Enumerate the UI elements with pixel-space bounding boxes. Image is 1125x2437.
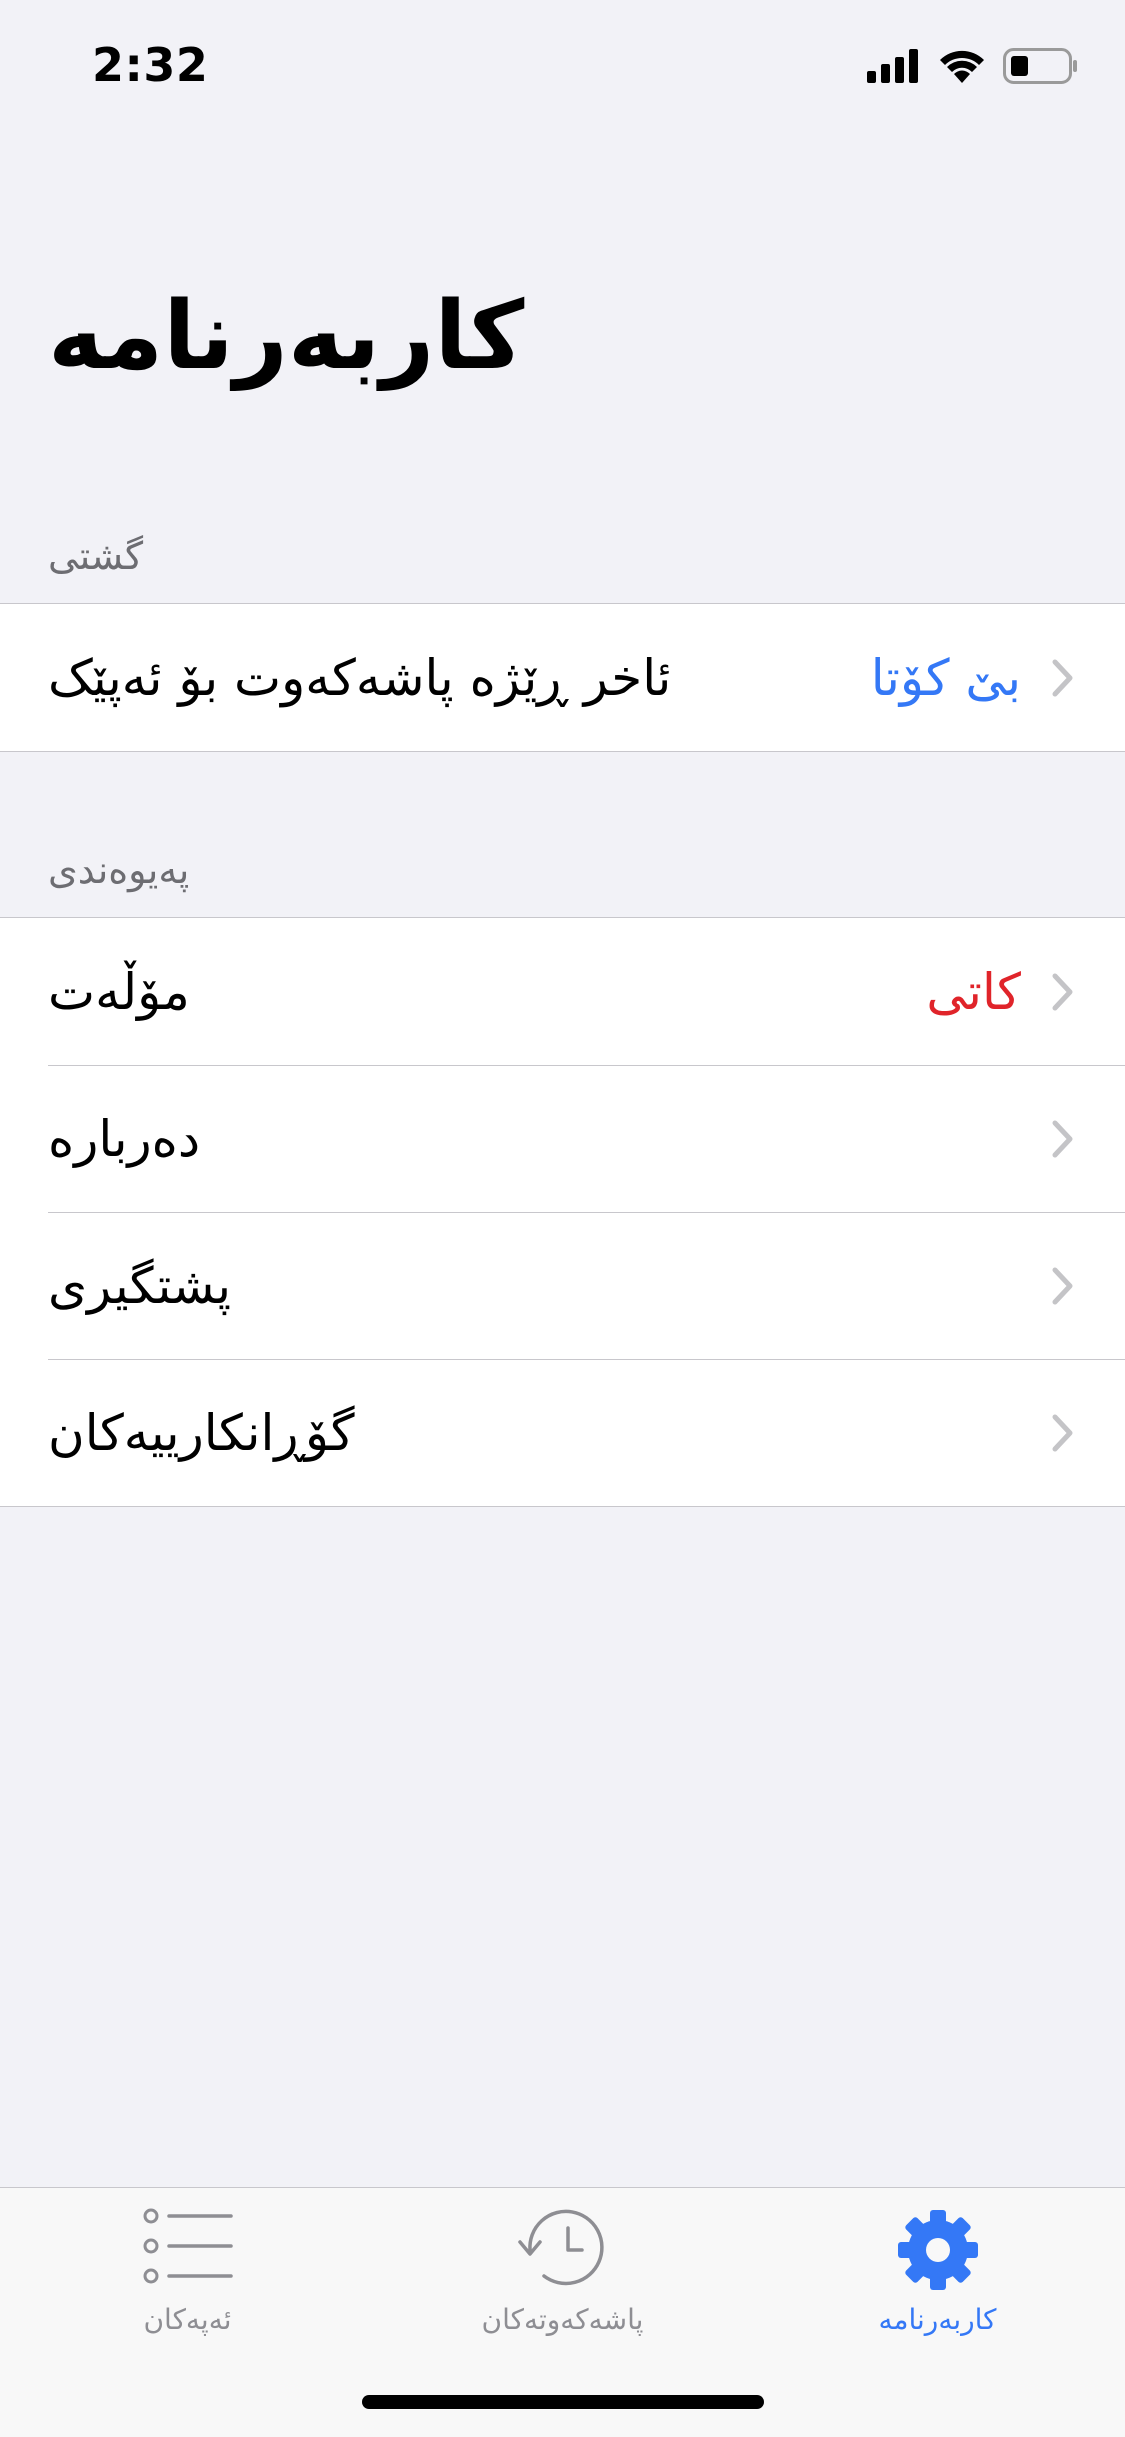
cellular-signal-icon [867,49,918,83]
row-changelog-label: گۆڕانکارییەکان [48,1403,355,1462]
tab-backups-label: پاشەکەوتەکان [481,2303,644,2336]
page-title: کاربەرنامە [48,282,1077,391]
tab-apps[interactable]: ئەپەکان [0,2188,375,2353]
row-max-backups[interactable]: ئاخر ڕێژە پاشەکەوت بۆ ئەپێک بێ کۆتا [0,604,1125,751]
tab-settings-label: کاربەرنامە [878,2303,997,2336]
chevron-right-icon [1052,973,1073,1010]
tab-settings[interactable]: کاربەرنامە [750,2188,1125,2353]
tab-backups[interactable]: پاشەکەوتەکان [375,2188,750,2353]
relations-group: مۆڵەت کاتی دەربارە پشتگیری گۆڕانکارییەکا… [0,917,1125,1507]
section-header-relations: پەیوەندی [48,848,190,892]
row-about[interactable]: دەربارە [0,1065,1125,1212]
list-icon [143,2208,233,2284]
row-max-backups-value: بێ کۆتا [870,648,1021,707]
tab-apps-label: ئەپەکان [143,2303,232,2336]
gear-icon [897,2210,978,2290]
status-time: 2:32 [92,38,209,92]
row-about-label: دەربارە [48,1109,201,1168]
status-icons [867,48,1079,84]
history-clock-icon [517,2209,604,2286]
row-license-value: کاتی [926,962,1021,1021]
battery-icon [1003,48,1077,84]
row-changelog[interactable]: گۆڕانکارییەکان [0,1359,1125,1506]
row-support[interactable]: پشتگیری [0,1212,1125,1359]
wifi-icon [940,50,984,83]
status-bar: 2:32 [0,0,1125,135]
general-group: ئاخر ڕێژە پاشەکەوت بۆ ئەپێک بێ کۆتا [0,603,1125,752]
chevron-right-icon [1052,659,1073,696]
row-max-backups-label: ئاخر ڕێژە پاشەکەوت بۆ ئەپێک [48,648,672,707]
chevron-right-icon [1052,1120,1073,1157]
row-license-label: مۆڵەت [48,962,190,1021]
chevron-right-icon [1052,1267,1073,1304]
home-indicator [362,2395,764,2409]
section-header-general: گشتی [48,534,144,578]
chevron-right-icon [1052,1414,1073,1451]
row-license[interactable]: مۆڵەت کاتی [0,918,1125,1065]
row-support-label: پشتگیری [48,1256,232,1315]
page-title-text: کاربەرنامە [48,282,525,391]
